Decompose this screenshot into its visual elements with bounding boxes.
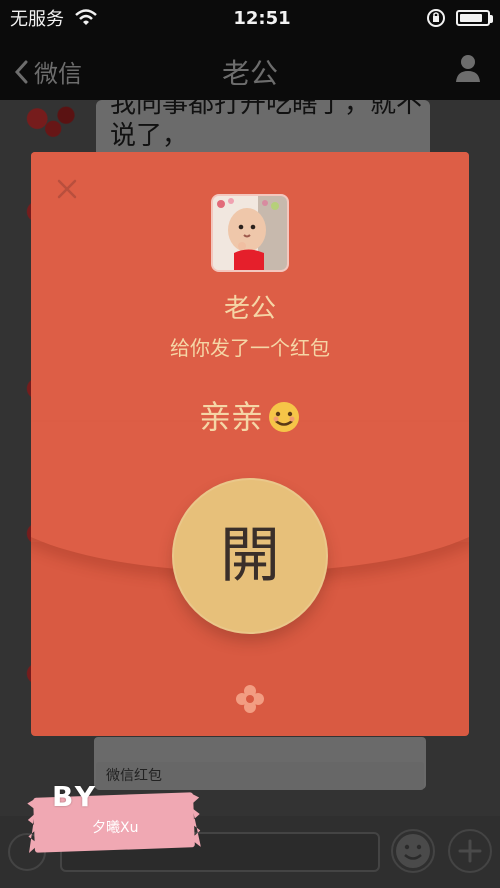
clock: 12:51 <box>233 7 291 29</box>
contact-profile-icon[interactable] <box>452 52 484 84</box>
carrier-label: 无服务 <box>10 9 64 30</box>
blessing-text: 亲亲 <box>198 398 263 436</box>
close-icon[interactable] <box>56 178 78 200</box>
battery-icon <box>455 10 493 26</box>
red-packet-card-title: 微信红包 <box>96 762 424 790</box>
packet-blessing: 亲亲 <box>0 392 500 442</box>
watermark-name: 夕曦Xu <box>92 820 139 836</box>
open-label: 開 <box>220 521 280 591</box>
packet-subtitle: 给你发了一个红包 <box>170 336 330 360</box>
sender-avatar <box>213 196 287 270</box>
chat-message-line: 我同事都打开吃瞎了，就不 <box>110 100 423 119</box>
baby-photo-icon <box>213 196 287 270</box>
more-button[interactable] <box>448 829 492 873</box>
emoji-button[interactable] <box>391 829 435 873</box>
sender-name: 老公 <box>223 294 276 324</box>
status-right <box>426 8 493 28</box>
status-bar: 无服务 12:51 <box>0 0 500 36</box>
battery-fill <box>459 14 482 22</box>
watermark-by-text: BY <box>52 780 99 813</box>
open-button[interactable]: 開 <box>172 478 328 634</box>
rotation-lock-icon <box>426 9 445 27</box>
navigation-bar: 微信 老公 <box>0 36 500 100</box>
smile-emoji-icon <box>267 400 301 442</box>
status-left: 无服务 <box>10 5 98 31</box>
plus-icon <box>458 839 482 863</box>
wifi-icon <box>75 9 97 25</box>
chat-avatar[interactable] <box>18 105 82 139</box>
emoji-icon <box>396 834 430 868</box>
chat-title: 老公 <box>221 57 278 90</box>
flower-icon <box>236 685 264 713</box>
chat-message-line: 说了， <box>110 121 189 151</box>
